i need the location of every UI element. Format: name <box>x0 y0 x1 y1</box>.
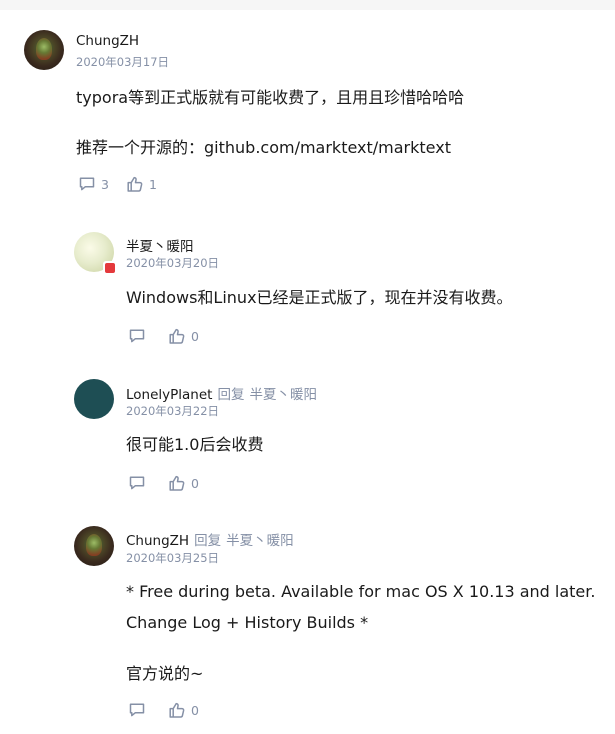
author-name[interactable]: LonelyPlanet <box>126 387 212 403</box>
comment-line: 很可能1.0后会收费 <box>126 435 264 454</box>
like-count: 1 <box>148 176 157 192</box>
avatar[interactable] <box>74 526 114 566</box>
comment-line: Windows和Linux已经是正式版了，现在并没有收费。 <box>126 288 513 307</box>
avatar[interactable] <box>74 232 117 275</box>
reply-count: 3 <box>101 176 109 192</box>
comment-list: ChungZH 2020年03月17日 typora等到正式版就有可能收费了，且… <box>0 10 615 734</box>
comment-date: 2020年03月17日 <box>76 55 170 69</box>
like-count: 0 <box>191 702 199 718</box>
comment-text: * Free during beta. Available for mac OS… <box>126 576 595 689</box>
app-badge-icon <box>103 261 117 275</box>
comment-text: 很可能1.0后会收费 <box>126 429 263 460</box>
thumbs-up-icon <box>126 175 144 193</box>
comment-item: ChungZH 回复 半夏丶暖阳 2020年03月25日 * Free during… <box>0 515 615 734</box>
like-button[interactable]: 0 <box>168 327 199 345</box>
comment-icon <box>78 175 96 193</box>
comment-author[interactable]: ChungZH <box>76 33 139 49</box>
comment-icon <box>128 474 146 492</box>
reply-button[interactable] <box>128 327 146 345</box>
comment-actions: 3 1 <box>78 173 157 195</box>
reply-target[interactable]: 半夏丶暖阳 <box>249 387 317 403</box>
comment-icon <box>128 701 146 719</box>
like-button[interactable]: 0 <box>168 474 199 492</box>
comment-date: 2020年03月20日 <box>126 256 220 270</box>
comment-line: typora等到正式版就有可能收费了，且用且珍惜哈哈哈 <box>76 88 465 107</box>
comment-date: 2020年03月25日 <box>126 551 220 565</box>
thumbs-up-icon <box>168 701 186 719</box>
reply-target[interactable]: 半夏丶暖阳 <box>226 533 294 549</box>
like-button[interactable]: 0 <box>168 701 199 719</box>
comment-item: 半夏丶暖阳 2020年03月20日 Windows和Linux已经是正式版了，现… <box>0 220 615 360</box>
comment-text: typora等到正式版就有可能收费了，且用且珍惜哈哈哈 推荐一个开源的：gith… <box>76 82 464 163</box>
comment-author[interactable]: ChungZH 回复 半夏丶暖阳 <box>126 529 294 549</box>
avatar[interactable] <box>24 30 64 70</box>
comment-icon <box>128 327 146 345</box>
comment-actions: 0 <box>128 472 199 494</box>
comment-item: ChungZH 2020年03月17日 typora等到正式版就有可能收费了，且… <box>0 10 615 210</box>
comment-actions: 0 <box>128 325 199 347</box>
author-name[interactable]: 半夏丶暖阳 <box>126 239 194 255</box>
author-name[interactable]: ChungZH <box>76 33 139 49</box>
avatar[interactable] <box>74 379 114 419</box>
comment-line: 官方说的~ <box>126 664 204 683</box>
comment-text: Windows和Linux已经是正式版了，现在并没有收费。 <box>126 282 513 313</box>
comment-author[interactable]: 半夏丶暖阳 <box>126 235 194 255</box>
reply-label: 回复 <box>194 533 222 549</box>
comment-actions: 0 <box>128 699 199 721</box>
author-name[interactable]: ChungZH <box>126 533 189 549</box>
thumbs-up-icon <box>168 474 186 492</box>
comment-date: 2020年03月22日 <box>126 404 220 418</box>
reply-button[interactable] <box>128 701 146 719</box>
reply-label: 回复 <box>217 387 245 403</box>
reply-button[interactable] <box>128 474 146 492</box>
comment-item: LonelyPlanet 回复 半夏丶暖阳 2020年03月22日 很可能1.0后会… <box>0 368 615 508</box>
comment-author[interactable]: LonelyPlanet 回复 半夏丶暖阳 <box>126 383 317 403</box>
like-button[interactable]: 1 <box>126 175 157 193</box>
reply-button[interactable]: 3 <box>78 175 109 193</box>
like-count: 0 <box>191 475 199 491</box>
thumbs-up-icon <box>168 327 186 345</box>
comment-line: Change Log + History Builds * <box>126 613 369 632</box>
comment-line: 推荐一个开源的：github.com/marktext/marktext <box>76 138 451 157</box>
comment-line: * Free during beta. Available for mac OS… <box>126 582 596 601</box>
like-count: 0 <box>191 328 199 344</box>
